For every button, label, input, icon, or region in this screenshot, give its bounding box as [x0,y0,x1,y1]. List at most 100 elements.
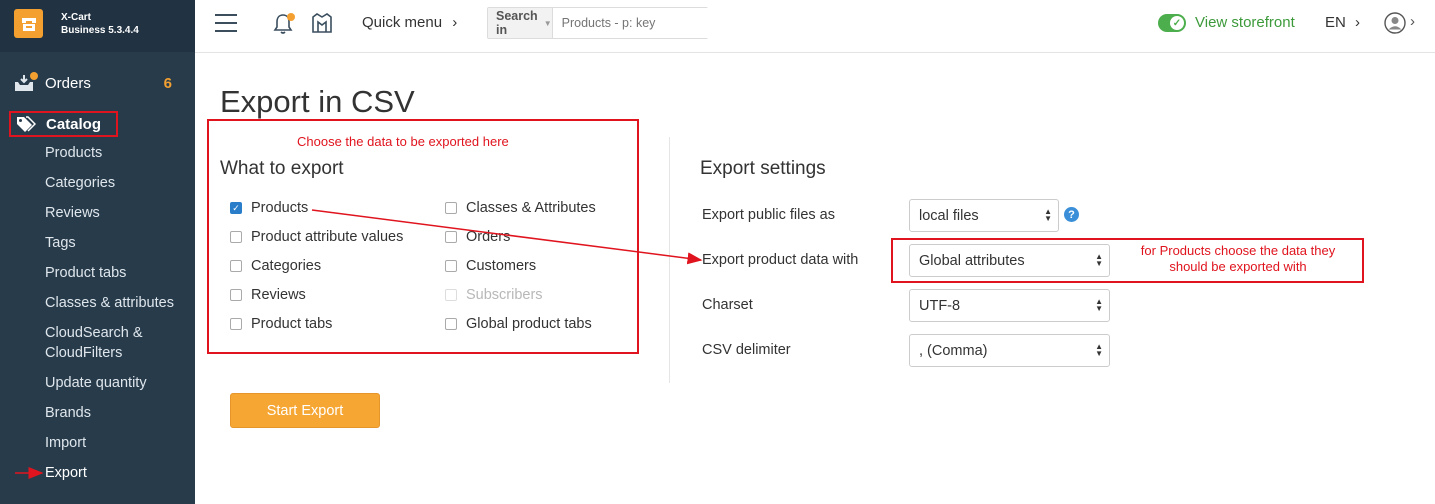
search-input[interactable] [552,8,723,38]
search-in-dropdown[interactable]: Search in ▼ [488,8,553,38]
select-arrows-icon: ▲ ▼ [1095,297,1103,313]
select-value: , (Comma) [919,342,988,359]
sidebar-item-orders[interactable]: Orders 6 [14,72,184,94]
select-value: local files [919,207,979,224]
sidebar-item-categories[interactable]: Categories [45,173,115,193]
checkbox-customers[interactable]: Customers [445,258,536,274]
sidebar-item-classes-attributes[interactable]: Classes & attributes [45,293,174,313]
sidebar-item-cloudsearch[interactable]: CloudSearch & [45,323,143,343]
checkbox-label: Categories [251,258,322,274]
annotation-line2: should be exported with [1169,259,1307,274]
checkbox-label: Subscribers [466,287,543,303]
select-csv-delimiter[interactable]: , (Comma) ▲ ▼ [909,334,1110,367]
select-charset[interactable]: UTF-8 ▲ ▼ [909,289,1110,322]
select-value: UTF-8 [919,297,961,314]
select-arrows-icon: ▲ ▼ [1044,207,1052,223]
notification-dot [30,72,38,80]
checkbox-subscribers: Subscribers [445,287,543,303]
sidebar: X-Cart Business 5.3.4.4 Orders 6 Catalog… [0,0,195,504]
label-charset: Charset [702,297,753,313]
sidebar-item-brands[interactable]: Brands [45,403,91,423]
language-label: EN [1325,14,1346,31]
help-icon[interactable]: ? [1064,207,1079,222]
bell-icon[interactable] [273,13,295,35]
start-export-button[interactable]: Start Export [230,393,380,428]
checkbox-label: Products [251,200,309,216]
sidebar-item-tags[interactable]: Tags [45,233,76,253]
checkbox-label: Product attribute values [251,229,404,245]
checkbox-checked[interactable]: ✓ [230,202,242,214]
sidebar-item-product-tabs[interactable]: Product tabs [45,263,126,283]
checkbox-product-tabs[interactable]: Product tabs [230,316,332,332]
sidebar-item-products[interactable]: Products [45,143,102,163]
sidebar-item-catalog[interactable]: Catalog [9,111,118,137]
checkbox-global-product-tabs[interactable]: Global product tabs [445,316,592,332]
checkbox-label: Classes & Attributes [466,200,596,216]
sidebar-item-export[interactable]: Export [45,463,87,483]
checkbox-label: Reviews [251,287,306,303]
checkbox-unchecked[interactable] [445,318,457,330]
checkbox-categories[interactable]: Categories [230,258,321,274]
language-selector[interactable]: EN › [1325,14,1360,31]
label-csv-delimiter: CSV delimiter [702,342,791,358]
checkbox-orders[interactable]: Orders [445,229,510,245]
annotation-choose-data: Choose the data to be exported here [297,134,509,149]
export-settings-title: Export settings [700,158,826,179]
inbox-icon [14,72,38,92]
topbar: Quick menu › Search in ▼ ✓ View storefro… [195,0,1435,53]
column-divider [669,137,670,383]
search-in-label: Search in [496,9,538,37]
checkbox-unchecked[interactable] [230,289,242,301]
what-to-export-title: What to export [220,158,344,179]
user-avatar-icon[interactable] [1384,12,1406,34]
annotation-line1: for Products choose the data they [1140,243,1336,258]
chevron-right-icon: › [452,14,458,31]
select-arrows-icon: ▲ ▼ [1095,342,1103,358]
checkbox-label: Product tabs [251,316,333,332]
quick-menu-label: Quick menu [362,14,443,31]
notification-dot [287,13,295,21]
tags-icon [16,116,37,132]
checkbox-product-attribute-values[interactable]: Product attribute values [230,229,403,245]
checkbox-unchecked[interactable] [445,260,457,272]
search-bar: Search in ▼ [487,7,723,39]
sidebar-item-update-quantity[interactable]: Update quantity [45,373,147,393]
checkbox-label: Global product tabs [466,316,592,332]
checkbox-unchecked[interactable] [230,318,242,330]
checkbox-reviews[interactable]: Reviews [230,287,306,303]
orders-count-badge: 6 [163,74,172,92]
quick-menu-button[interactable]: Quick menu › [362,14,457,31]
sidebar-item-import[interactable]: Import [45,433,86,453]
checkbox-label: Orders [466,229,511,245]
brand-line2: Business 5.3.4.4 [61,25,139,36]
checkbox-products[interactable]: ✓ Products [230,200,308,216]
label-export-public-files: Export public files as [702,207,835,223]
view-storefront-link[interactable]: View storefront [1195,14,1295,31]
annotation-product-data-note: for Products choose the data they should… [1120,243,1356,275]
checkbox-classes-attributes[interactable]: Classes & Attributes [445,200,596,216]
select-export-public-files[interactable]: local files ▲ ▼ [909,199,1059,232]
checkbox-unchecked[interactable] [230,231,242,243]
sidebar-item-reviews[interactable]: Reviews [45,203,100,223]
storefront-bag-icon[interactable] [311,12,333,34]
checkbox-unchecked[interactable] [445,202,457,214]
label-export-product-data: Export product data with [702,252,859,268]
brand-line1: X-Cart [61,12,92,23]
xcart-logo-icon[interactable] [14,9,43,38]
logo-area: X-Cart Business 5.3.4.4 [0,0,195,52]
storefront-toggle[interactable]: ✓ [1158,14,1186,32]
checkbox-label: Customers [466,258,537,274]
checkbox-unchecked[interactable] [445,231,457,243]
brand-name: X-Cart Business 5.3.4.4 [61,11,139,37]
chevron-right-icon: › [1355,14,1361,31]
chevron-right-icon[interactable]: › [1410,13,1415,30]
sidebar-item-cloudfilters[interactable]: CloudFilters [45,343,122,363]
caret-down-icon: ▼ [543,18,552,28]
sidebar-item-label: Catalog [46,115,102,133]
page-title: Export in CSV [220,84,415,119]
check-icon: ✓ [1170,16,1184,30]
checkbox-unchecked[interactable] [230,260,242,272]
hamburger-menu-icon[interactable] [215,14,237,32]
checkbox-disabled [445,289,457,301]
sidebar-item-label: Orders [45,74,91,92]
